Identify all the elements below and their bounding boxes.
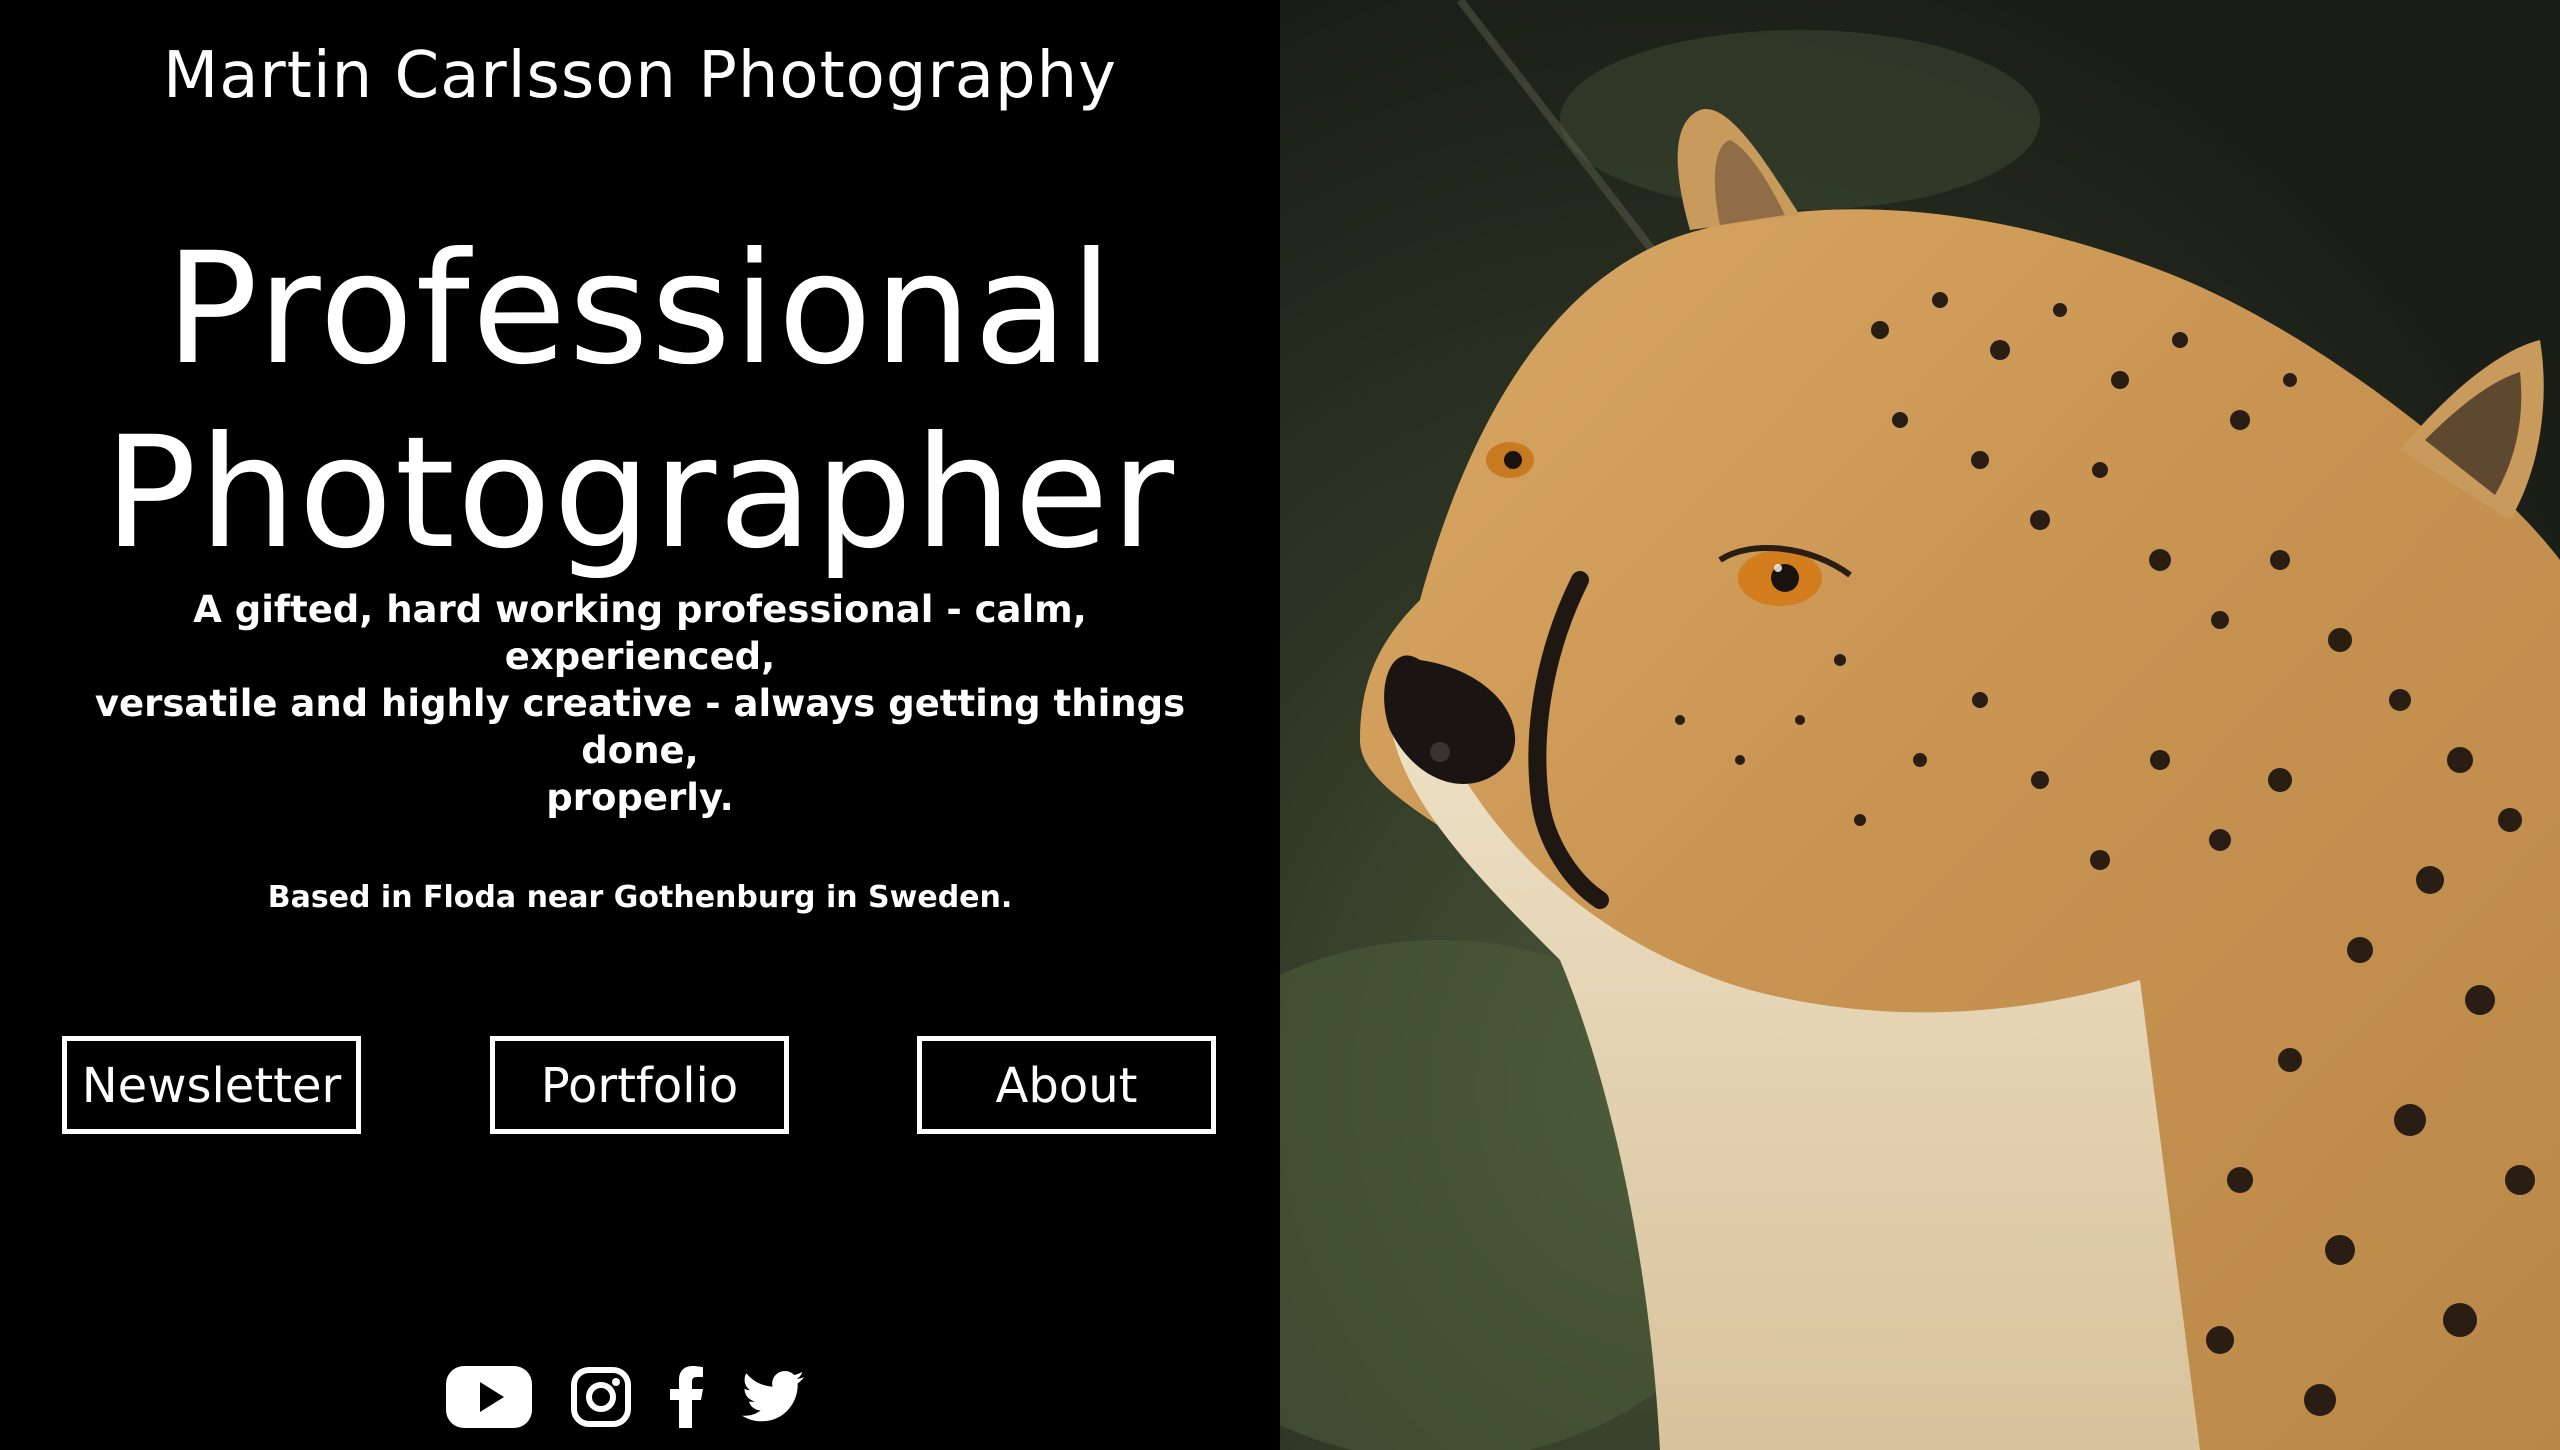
facebook-link[interactable] (670, 1366, 704, 1432)
page: Martin Carlsson Photography Professional… (0, 0, 2560, 1450)
twitter-link[interactable] (742, 1371, 804, 1427)
portfolio-button[interactable]: Portfolio (490, 1036, 789, 1134)
hero-title: Professional Photographer (0, 218, 1280, 586)
site-name[interactable]: Martin Carlsson Photography (0, 36, 1280, 116)
instagram-link[interactable] (570, 1366, 632, 1432)
hero-title-line-2: Photographer (103, 404, 1177, 583)
location-text: Based in Floda near Gothenburg in Sweden… (267, 880, 1013, 915)
hero-image (1280, 0, 2560, 1450)
cheetah-photo (1280, 0, 2560, 1450)
tagline-line-1: A gifted, hard working professional - ca… (193, 588, 1087, 678)
intro-panel: Martin Carlsson Photography Professional… (0, 0, 1280, 1450)
youtube-link[interactable] (446, 1366, 532, 1432)
facebook-icon (670, 1366, 703, 1428)
youtube-icon (446, 1366, 532, 1428)
tagline: A gifted, hard working professional - ca… (90, 586, 1190, 821)
social-links (446, 1364, 804, 1434)
newsletter-button[interactable]: Newsletter (62, 1036, 361, 1134)
twitter-icon (742, 1371, 804, 1422)
tagline-line-3: done, (581, 729, 699, 772)
tagline-line-2: versatile and highly creative - always g… (94, 682, 1186, 725)
about-button[interactable]: About (917, 1036, 1216, 1134)
hero-title-line-1: Professional (165, 220, 1115, 399)
tagline-line-4: properly. (546, 776, 734, 819)
instagram-icon (571, 1367, 631, 1427)
